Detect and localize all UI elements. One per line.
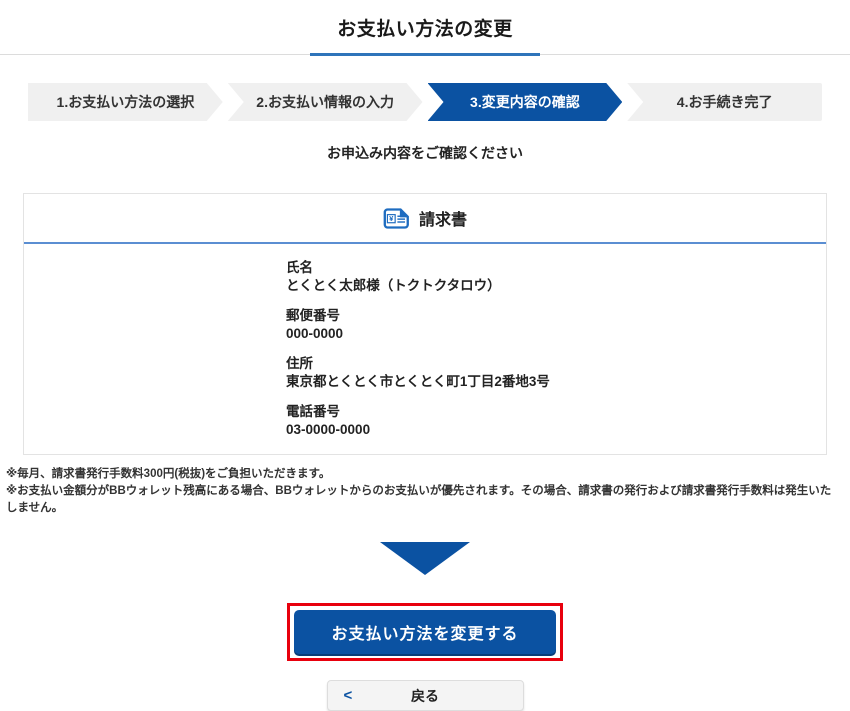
- highlight-box: お支払い方法を変更する: [287, 603, 563, 661]
- submit-button[interactable]: お支払い方法を変更する: [294, 610, 556, 654]
- note-line: ※お支払い金額分がBBウォレット残高にある場合、BBウォレットからのお支払いが優…: [6, 483, 842, 517]
- svg-text:¥: ¥: [389, 214, 394, 223]
- field-label: 電話番号: [286, 404, 806, 420]
- down-arrow-icon: [380, 542, 470, 575]
- field-phone-number: 電話番号 03-0000-0000: [286, 404, 806, 438]
- application-summary-box: ¥ 請求書 氏名 とくとく太郎様（トクトクタロウ） 郵便番号 000-0000 …: [23, 193, 827, 455]
- field-postal-code: 郵便番号 000-0000: [286, 308, 806, 342]
- fee-notes: ※毎月、請求書発行手数料300円(税抜)をご負担いただきます。 ※お支払い金額分…: [6, 466, 842, 517]
- step-label: 1.お支払い方法の選択: [57, 92, 195, 112]
- payment-method-name: 請求書: [419, 206, 467, 230]
- confirm-instruction-text: お申込み内容をご確認ください: [0, 143, 850, 163]
- payment-method-header: ¥ 請求書: [24, 194, 826, 242]
- summary-fields: 氏名 とくとく太郎様（トクトクタロウ） 郵便番号 000-0000 住所 東京都…: [24, 244, 826, 454]
- progress-stepper: 1.お支払い方法の選択 2.お支払い情報の入力 3.変更内容の確認 4.お手続き…: [28, 83, 822, 121]
- step-label: 4.お手続き完了: [677, 92, 773, 112]
- note-line: ※毎月、請求書発行手数料300円(税抜)をご負担いただきます。: [6, 466, 842, 483]
- field-name: 氏名 とくとく太郎様（トクトクタロウ）: [286, 260, 806, 294]
- step-label: 3.変更内容の確認: [470, 92, 580, 112]
- field-label: 郵便番号: [286, 308, 806, 324]
- field-value: 000-0000: [286, 326, 806, 342]
- field-address: 住所 東京都とくとく市とくとく町1丁目2番地3号: [286, 356, 806, 390]
- field-value: とくとく太郎様（トクトクタロウ）: [286, 278, 806, 294]
- page-title: お支払い方法の変更: [0, 0, 850, 41]
- field-value: 東京都とくとく市とくとく町1丁目2番地3号: [286, 374, 806, 390]
- step-3-confirm-changes: 3.変更内容の確認: [428, 83, 623, 121]
- field-value: 03-0000-0000: [286, 422, 806, 438]
- step-1-payment-method-select: 1.お支払い方法の選択: [28, 83, 223, 121]
- chevron-left-icon: <: [344, 686, 353, 703]
- back-button[interactable]: < 戻る: [327, 680, 524, 711]
- field-label: 氏名: [286, 260, 806, 276]
- title-divider: [0, 54, 850, 55]
- step-2-payment-info-input: 2.お支払い情報の入力: [228, 83, 423, 121]
- payment-change-page: お支払い方法の変更 1.お支払い方法の選択 2.お支払い情報の入力 3.変更内容…: [0, 0, 850, 710]
- invoice-icon: ¥: [383, 207, 410, 230]
- back-button-label: 戻る: [411, 686, 439, 706]
- step-4-complete: 4.お手続き完了: [627, 83, 822, 121]
- title-divider-accent: [310, 53, 540, 56]
- step-label: 2.お支払い情報の入力: [256, 92, 394, 112]
- field-label: 住所: [286, 356, 806, 372]
